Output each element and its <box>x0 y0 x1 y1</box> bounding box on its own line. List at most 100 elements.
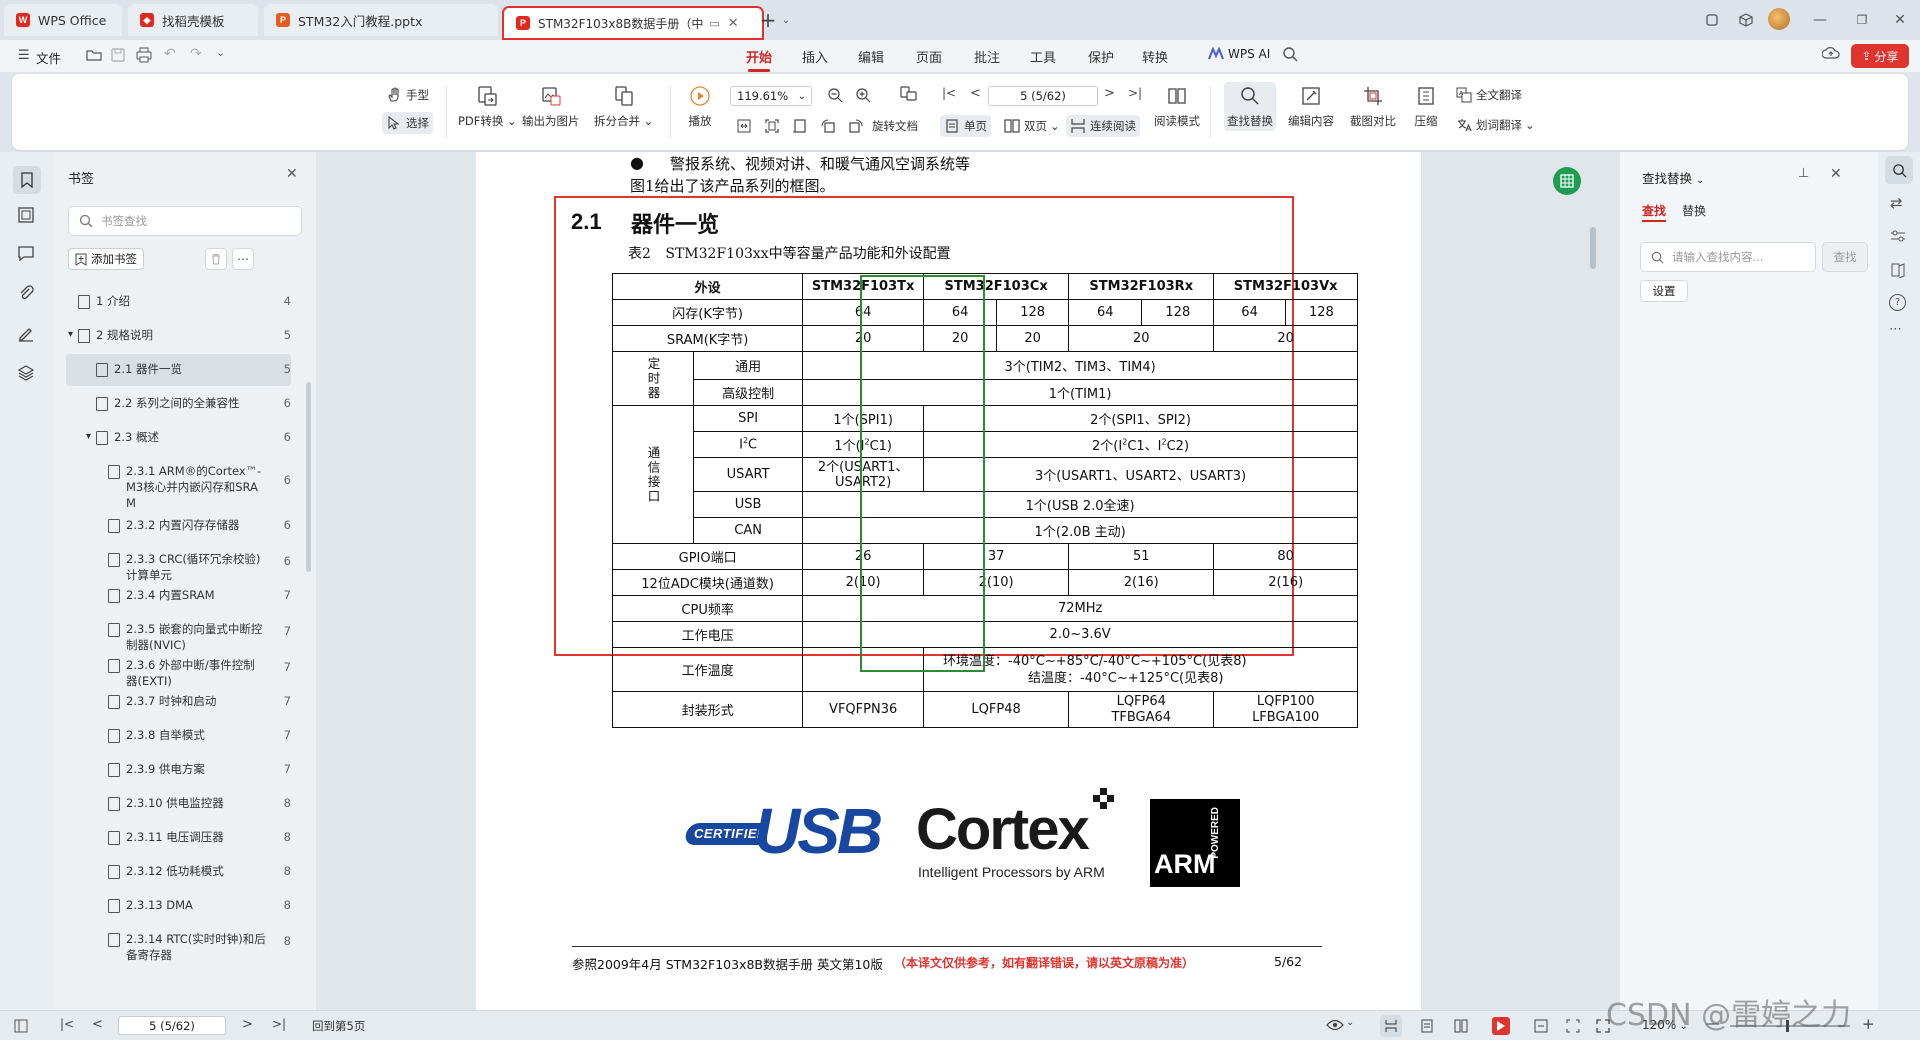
select-tool-button[interactable]: 选择 <box>382 112 433 134</box>
zoom-in-icon[interactable]: + <box>1862 1015 1875 1033</box>
bookmark-item[interactable]: 2.3.1 ARM®的Cortex™- M3核心并内嵌闪存和SRA M 6 <box>66 456 291 510</box>
new-tab-icon[interactable]: + <box>758 8 778 32</box>
rotate-doc-icon[interactable] <box>898 84 918 104</box>
tab-8[interactable]: 转换 <box>1142 47 1168 66</box>
back-to-page-link[interactable]: 回到第5页 <box>312 1018 365 1034</box>
tab-1[interactable]: 开始 <box>746 47 772 72</box>
double-page-view-icon[interactable] <box>1454 1019 1468 1033</box>
bookmark-item[interactable]: 2.3.14 RTC(实时时钟)和后 备寄存器 8 <box>66 924 291 962</box>
bookmark-item[interactable]: 2.3.2 内置闪存存储器 6 <box>66 510 291 542</box>
bookmark-item[interactable]: ▾ 2 规格说明 5 <box>66 320 291 352</box>
rotate-doc-button[interactable]: 旋转文档 <box>868 115 922 137</box>
actual-size-icon[interactable] <box>792 118 808 134</box>
find-button[interactable]: 查找 <box>1822 242 1868 272</box>
hand-tool-button[interactable]: 手型 <box>382 84 433 106</box>
tab-list-chevron-icon[interactable]: ⌄ <box>776 10 796 30</box>
wps-ai-button[interactable]: WPS AI <box>1208 47 1270 61</box>
last-page-icon[interactable]: >| <box>1128 86 1142 100</box>
tab-find[interactable]: 查找 <box>1642 202 1666 219</box>
bookmark-item[interactable]: 2.3.6 外部中断/事件控制 器(EXTI) 7 <box>66 650 291 688</box>
sliders-icon[interactable] <box>1890 228 1906 244</box>
redo-icon[interactable]: ↷ <box>190 46 202 62</box>
rotate-left-icon[interactable] <box>820 118 836 134</box>
pdf-convert-button[interactable]: PDF转换 ⌄ <box>458 82 517 129</box>
find-replace-button[interactable]: 查找替换 <box>1224 82 1276 131</box>
share-button[interactable]: ⇪ 分享 <box>1851 44 1909 68</box>
eye-icon[interactable] <box>1326 1019 1344 1031</box>
signature-icon[interactable] <box>17 324 37 344</box>
bookmark-item[interactable]: 2.3.9 供电方案 7 <box>66 754 291 786</box>
save-icon[interactable] <box>110 47 126 63</box>
fit-width-icon[interactable] <box>1534 1019 1548 1033</box>
window-switch-icon[interactable] <box>1702 10 1722 30</box>
sync-icon[interactable]: ⇄ <box>1890 194 1903 212</box>
window-icon[interactable]: ▭ <box>709 17 719 30</box>
avatar[interactable] <box>1768 8 1790 30</box>
print-icon[interactable] <box>136 47 152 63</box>
bookmark-item[interactable]: 2.1 器件一览 5 <box>66 354 291 386</box>
tab-replace[interactable]: 替换 <box>1682 202 1706 219</box>
cloud-sync-icon[interactable] <box>1822 46 1840 62</box>
export-image-button[interactable]: 输出为图片 <box>522 82 580 129</box>
bookmark-item[interactable]: 1 介绍 4 <box>66 286 291 318</box>
pin-icon[interactable]: ⊥ <box>1798 166 1809 181</box>
prev-page-icon[interactable]: < <box>92 1017 103 1032</box>
add-bookmark-button[interactable]: 添加书签 <box>68 248 144 270</box>
tab-pdf-datasheet[interactable]: P STM32F103x8B数据手册（中 ▭ ✕ <box>502 6 764 40</box>
bookmark-item[interactable]: 2.2 系列之间的全兼容性 6 <box>66 388 291 420</box>
restore-icon[interactable]: ❐ <box>1852 10 1872 30</box>
minimize-icon[interactable]: — <box>1810 10 1830 30</box>
find-panel-title[interactable]: 查找替换 ⌄ <box>1642 168 1704 187</box>
status-page-input[interactable]: 5 (5/62) <box>118 1016 226 1035</box>
word-translate-button[interactable]: 划词翻译 ⌄ <box>1452 114 1539 136</box>
tab-wps-office[interactable]: W WPS Office <box>4 4 122 36</box>
zoom-out-icon[interactable] <box>827 87 843 103</box>
bookmark-item[interactable]: 2.3.11 电压调压器 8 <box>66 822 291 854</box>
full-translate-button[interactable]: A 全文翻译 <box>1452 84 1526 106</box>
bookmark-scrollbar[interactable] <box>306 382 311 572</box>
next-page-icon[interactable]: > <box>1104 86 1115 101</box>
bookmark-item[interactable]: 2.3.10 供电监控器 8 <box>66 788 291 820</box>
play-slideshow-icon[interactable] <box>1492 1017 1510 1035</box>
comment-icon[interactable] <box>17 244 37 264</box>
bookmark-item[interactable]: 2.3.12 低功耗模式 8 <box>66 856 291 888</box>
last-page-icon[interactable]: >| <box>272 1017 286 1031</box>
sidebar-toggle-icon[interactable] <box>14 1019 28 1033</box>
continuous-read-button[interactable]: 连续阅读 <box>1066 115 1140 137</box>
layers-icon[interactable] <box>17 364 37 384</box>
bookmark-item[interactable]: 2.3.8 自举模式 7 <box>66 720 291 752</box>
single-page-button[interactable]: 单页 <box>940 115 991 137</box>
file-menu[interactable]: 文件 <box>36 48 61 67</box>
settings-button[interactable]: 设置 <box>1640 280 1688 302</box>
tab-2[interactable]: 插入 <box>802 47 828 66</box>
tab-template[interactable]: ◆ 找稻壳模板 <box>128 4 258 36</box>
screenshot-compare-button[interactable]: 截图对比 <box>1350 82 1396 129</box>
more-icon[interactable]: ⋯ <box>1889 322 1902 337</box>
bookmark-item[interactable]: 2.3.3 CRC(循环冗余校验) 计算单元 6 <box>66 544 291 582</box>
split-merge-button[interactable]: 拆分合并 ⌄ <box>594 82 653 129</box>
page-number-input[interactable]: 5 (5/62) <box>988 86 1098 106</box>
quick-access-chevron-icon[interactable]: ⌄ <box>216 46 225 59</box>
delete-bookmark-icon[interactable] <box>205 248 227 270</box>
rotate-right-icon[interactable] <box>848 118 864 134</box>
find-input[interactable]: 请输入查找内容... <box>1640 242 1816 272</box>
bookmark-item[interactable]: 2.3.13 DMA 8 <box>66 890 291 922</box>
continuous-view-icon[interactable] <box>1380 1015 1402 1037</box>
tab-5[interactable]: 批注 <box>974 47 1000 66</box>
open-icon[interactable] <box>86 47 102 63</box>
single-page-view-icon[interactable] <box>1420 1019 1434 1033</box>
cube-icon[interactable] <box>1736 10 1756 30</box>
bookmark-item[interactable]: ▾ 2.3 概述 6 <box>66 422 291 454</box>
tab-pptx[interactable]: P STM32入门教程.pptx <box>264 4 498 36</box>
bookmark-item[interactable]: 2.3.7 时钟和启动 7 <box>66 686 291 718</box>
play-button[interactable]: 播放 <box>686 82 714 129</box>
close-panel-icon[interactable]: ✕ <box>286 166 298 182</box>
search-icon[interactable] <box>1282 46 1298 62</box>
thumbnail-icon[interactable] <box>17 206 37 226</box>
first-page-icon[interactable]: |< <box>942 86 956 100</box>
bookmark-item[interactable]: 2.3.4 内置SRAM 7 <box>66 580 291 612</box>
close-window-icon[interactable]: ✕ <box>1890 10 1910 30</box>
expand-arrow-icon[interactable]: ▾ <box>68 327 73 343</box>
fit-page-icon[interactable] <box>764 118 780 134</box>
help-icon[interactable]: ? <box>1889 294 1906 311</box>
